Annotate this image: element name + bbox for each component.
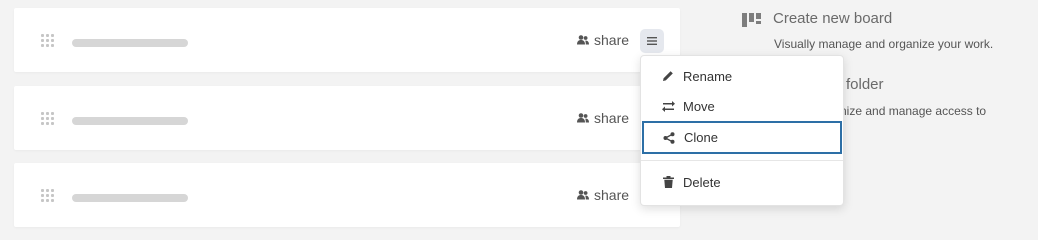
- share-button[interactable]: share: [577, 109, 629, 127]
- board-card[interactable]: share: [14, 86, 680, 150]
- board-context-menu: Rename Move Clone Delete: [640, 55, 844, 206]
- pencil-icon: [661, 69, 675, 83]
- share-button[interactable]: share: [577, 31, 629, 49]
- board-name-placeholder: [72, 39, 188, 47]
- menu-divider: [641, 160, 843, 161]
- create-board-description: Visually manage and organize your work.: [774, 37, 994, 51]
- menu-item-label: Delete: [683, 174, 721, 190]
- share-label: share: [594, 187, 630, 203]
- menu-item-label: Move: [683, 98, 715, 114]
- menu-item-label: Clone: [684, 130, 718, 145]
- hamburger-icon: [647, 37, 657, 45]
- menu-item-rename[interactable]: Rename: [641, 61, 843, 91]
- board-name-placeholder: [72, 117, 188, 125]
- board-card[interactable]: share: [14, 163, 680, 227]
- share-nodes-icon: [662, 131, 676, 145]
- share-label: share: [594, 32, 630, 48]
- move-arrows-icon: [661, 99, 675, 113]
- drag-handle-icon[interactable]: [41, 34, 55, 48]
- menu-item-label: Rename: [683, 68, 733, 84]
- menu-item-delete[interactable]: Delete: [641, 167, 843, 197]
- create-folder-description: nize and manage access to: [840, 104, 987, 118]
- users-icon: [577, 113, 589, 123]
- users-icon: [577, 35, 589, 45]
- users-icon: [577, 190, 589, 200]
- board-menu-button[interactable]: [640, 29, 664, 53]
- create-board-title[interactable]: Create new board: [773, 10, 892, 27]
- board-grid-icon: [742, 13, 761, 27]
- board-name-placeholder: [72, 194, 188, 202]
- share-label: share: [594, 110, 630, 126]
- drag-handle-icon[interactable]: [41, 189, 55, 203]
- drag-handle-icon[interactable]: [41, 112, 55, 126]
- menu-item-move[interactable]: Move: [641, 91, 843, 121]
- share-button[interactable]: share: [577, 186, 629, 204]
- board-card[interactable]: share: [14, 8, 680, 72]
- trash-icon: [661, 175, 675, 189]
- menu-item-clone[interactable]: Clone: [642, 121, 842, 154]
